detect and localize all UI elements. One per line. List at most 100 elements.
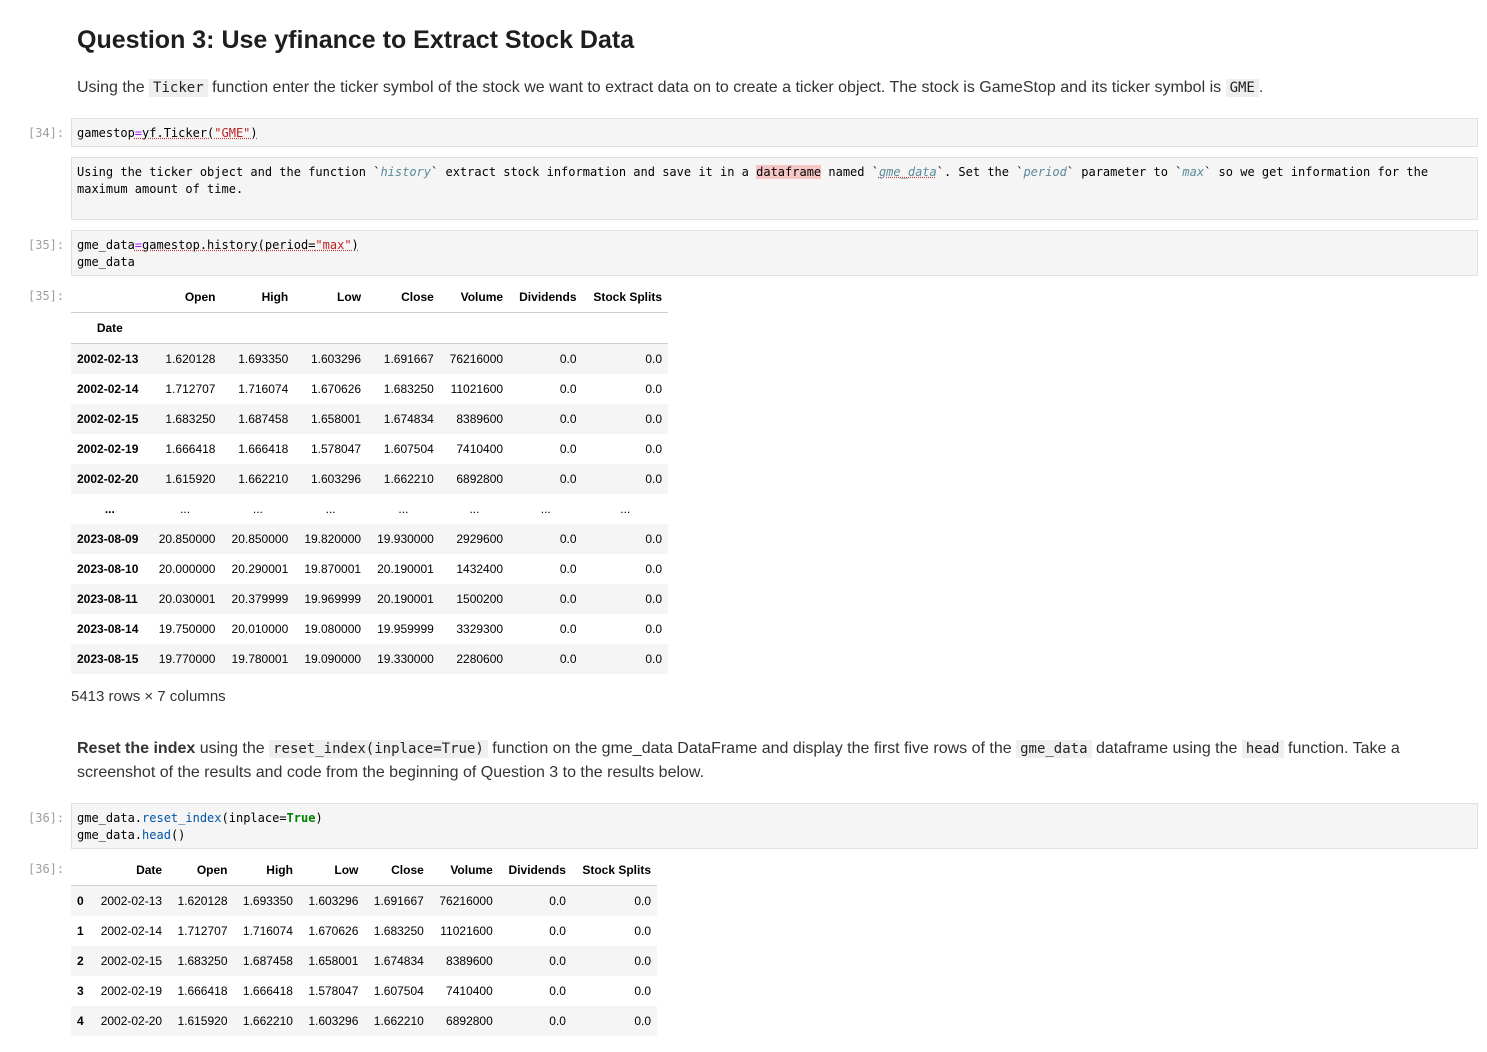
table-cell: 1.683250 (373, 924, 424, 938)
row-index-date: 2002-02-13 (77, 352, 139, 366)
row-index: 1 (77, 924, 84, 938)
table-cell: 0.0 (645, 412, 662, 426)
table-cell: 1.683250 (165, 412, 216, 426)
row-index-date: 2023-08-14 (77, 622, 139, 636)
table-cell: 1.712707 (177, 924, 228, 938)
table-row: 2023-08-10 20.000000 20.290001 19.870001 20.… (71, 554, 668, 584)
table-cell: 0.0 (645, 382, 662, 396)
row-index-date: 2023-08-09 (77, 532, 139, 546)
table-cell: 1.666418 (165, 442, 216, 456)
table-cell: 20.030001 (158, 592, 216, 606)
table-cell: 0.0 (645, 562, 662, 576)
table-row: 0 2002-02-13 1.620128 1.693350 1.603296 1.691… (71, 885, 657, 916)
table-cell: 1.693350 (242, 894, 293, 908)
table-row: 4 2002-02-20 1.615920 1.662210 1.603296 1.662… (71, 1006, 657, 1036)
table-cell: 1.666418 (177, 984, 228, 998)
table-cell: 20.290001 (231, 562, 289, 576)
table-cell: 76216000 (439, 894, 493, 908)
table-cell: 11021600 (440, 924, 493, 938)
table-row: 2002-02-15 1.683250 1.687458 1.658001 1.6748… (71, 404, 668, 434)
table-cell: 1.670626 (308, 924, 359, 938)
column-header: Open (168, 855, 234, 886)
table-cell: 19.930000 (377, 532, 434, 546)
table-cell: 1.674834 (373, 954, 424, 968)
table-cell: 1.658001 (310, 412, 362, 426)
table-cell: 1.662210 (373, 1014, 424, 1028)
table-cell: 19.750000 (158, 622, 216, 636)
code-cell-34[interactable]: gamestop=yf.Ticker("GME") (71, 118, 1478, 147)
table-cell: 1.603296 (308, 1014, 359, 1028)
row-index-date: 2002-02-19 (77, 442, 139, 456)
output-prompt-36: [36]: (28, 862, 65, 876)
column-header: Low (298, 855, 365, 886)
column-header: Dividends (498, 855, 572, 886)
column-header: Stock Splits (582, 282, 668, 313)
table-header-row: Date Open High Low Close Volume Dividends Stock… (71, 855, 657, 886)
table-row: 2002-02-19 1.666418 1.666418 1.578047 1.6075… (71, 434, 668, 464)
section-heading: Question 3: Use yfinance to Extract Stoc… (77, 26, 635, 54)
table-cell: 0.0 (559, 442, 577, 456)
table-cell: 0.0 (634, 924, 651, 938)
table-cell: 2280600 (456, 652, 504, 666)
table-cell: 0.0 (549, 894, 566, 908)
table-cell: 19.090000 (304, 652, 362, 666)
dataframe-table-head: Date Open High Low Close Volume Dividends Stock… (71, 855, 657, 1036)
table-row: 2023-08-11 20.030001 20.379999 19.969999 20.… (71, 584, 668, 614)
table-cell: 1.658001 (308, 954, 359, 968)
table-row: 2002-02-20 1.615920 1.662210 1.603296 1.6622… (71, 464, 668, 494)
table-cell: 19.780001 (231, 652, 289, 666)
table-cell: 0.0 (645, 472, 662, 486)
table-cell: 1.687458 (238, 412, 289, 426)
table-cell: 0.0 (559, 412, 577, 426)
table-cell: 1.578047 (308, 984, 359, 998)
dataframe-table-full: Open High Low Close Volume Dividends Stock Spl… (71, 282, 668, 674)
table-cell: 20.000000 (158, 562, 216, 576)
table-cell: 1.603296 (308, 894, 359, 908)
table-cell: 0.0 (559, 532, 577, 546)
code-cell-36[interactable]: gme_data.reset_index(inplace=True) gme_d… (71, 803, 1478, 849)
table-cell: 0.0 (634, 984, 651, 998)
code-cell-35[interactable]: gme_data=gamestop.history(period="max") … (71, 230, 1478, 276)
table-cell: 3329300 (456, 622, 504, 636)
shape-note: 5413 rows × 7 columns (71, 688, 226, 705)
index-row-spacer (439, 312, 510, 344)
table-row: 2023-08-14 19.750000 20.010000 19.080000 19.… (71, 614, 668, 644)
table-cell: 19.330000 (377, 652, 434, 666)
table-cell: 1.670626 (310, 382, 362, 396)
column-header: High (221, 282, 295, 313)
table-cell: 2002-02-14 (100, 924, 163, 938)
table-cell: ... (469, 502, 480, 516)
table-cell: ... (325, 502, 336, 516)
table-cell: 1.607504 (383, 442, 434, 456)
table-cell: 8389600 (456, 412, 504, 426)
markdown-cell-history[interactable]: Using the ticker object and the function… (71, 157, 1478, 220)
row-index-date: ... (104, 502, 115, 516)
row-index-date: 2002-02-15 (77, 412, 139, 426)
table-cell: 20.850000 (158, 532, 216, 546)
table-cell: 0.0 (645, 532, 662, 546)
table-cell: 19.770000 (158, 652, 216, 666)
table-cell: 0.0 (549, 924, 566, 938)
table-cell: 1.607504 (373, 984, 424, 998)
table-cell: 2002-02-13 (100, 894, 163, 908)
table-cell: 1.603296 (310, 472, 362, 486)
table-cell: 1500200 (456, 592, 504, 606)
table-cell: 6892800 (446, 1014, 493, 1028)
column-header: Dividends (509, 282, 583, 313)
table-cell: 0.0 (549, 954, 566, 968)
table-cell: 6892800 (456, 472, 504, 486)
table-cell: 20.850000 (231, 532, 289, 546)
table-row: 3 2002-02-19 1.666418 1.666418 1.578047 1.607… (71, 976, 657, 1006)
table-cell: 2002-02-19 (100, 984, 163, 998)
row-index-date: 2023-08-11 (77, 592, 138, 606)
table-cell: 1.620128 (165, 352, 216, 366)
intro-paragraph: Using the Ticker function enter the tick… (77, 79, 1264, 97)
table-cell: 76216000 (449, 352, 504, 366)
row-index: 4 (77, 1014, 84, 1028)
table-cell: 1.687458 (242, 954, 293, 968)
table-cell: 7410400 (446, 984, 493, 998)
table-cell: ... (398, 502, 409, 516)
row-index: 0 (77, 894, 84, 908)
column-header: Low (294, 282, 368, 313)
table-cell: 1432400 (456, 562, 504, 576)
